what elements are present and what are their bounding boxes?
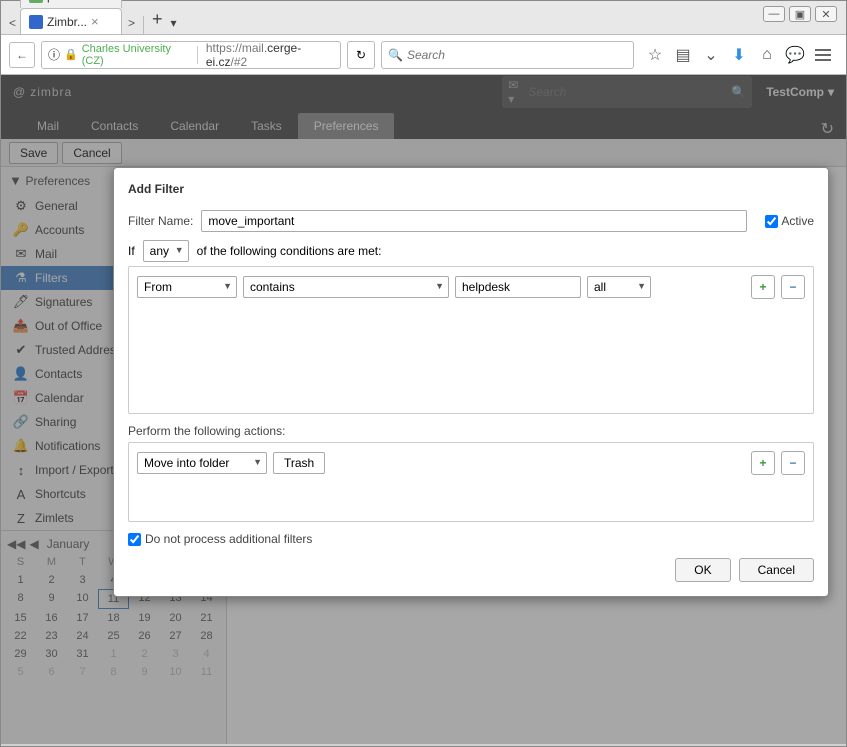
actions-label: Perform the following actions: <box>128 424 814 438</box>
browser-tab[interactable]: Zimbr... × <box>20 8 122 34</box>
remove-action-button[interactable]: − <box>781 451 805 475</box>
tab-favicon <box>29 15 43 29</box>
window-minimize-button[interactable]: — <box>763 6 785 22</box>
if-label: If <box>128 244 135 258</box>
tab-label: Zimbr... <box>47 15 87 29</box>
downloads-icon[interactable]: ⬇ <box>730 45 748 65</box>
zimbra-app: @ zimbra ✉ ▾ 🔍 TestComp▾ MailContactsCal… <box>1 75 846 744</box>
close-tab-icon[interactable]: × <box>91 14 99 29</box>
pocket-icon[interactable]: ⌄ <box>702 45 720 65</box>
no-more-filters-label[interactable]: Do not process additional filters <box>128 532 814 546</box>
condition-field-select[interactable]: From <box>137 276 237 298</box>
browser-tab[interactable]: public:e... <box>20 0 122 8</box>
actions-box: Move into folder Trash + − <box>128 442 814 522</box>
new-tab-button[interactable]: + <box>148 5 167 34</box>
hamburger-menu-icon[interactable] <box>814 45 832 65</box>
tab-favicon <box>29 0 43 3</box>
lock-icon: 🔒 <box>64 48 78 61</box>
condition-value-input[interactable] <box>455 276 581 298</box>
active-checkbox[interactable] <box>765 215 778 228</box>
tablist-scroll-left[interactable]: < <box>5 12 20 34</box>
window-close-button[interactable]: ✕ <box>815 6 837 22</box>
identity-label: Charles University (CZ) <box>82 43 189 67</box>
action-row: Move into folder Trash + − <box>137 451 805 475</box>
ok-button[interactable]: OK <box>675 558 730 582</box>
tab-menu-button[interactable]: ▾ <box>167 12 181 34</box>
tablist-scroll-right[interactable]: > <box>124 12 139 34</box>
window-maximize-button[interactable]: ▣ <box>789 6 811 22</box>
no-more-filters-checkbox[interactable] <box>128 533 141 546</box>
add-filter-dialog: Add Filter Filter Name: Active If any of… <box>113 167 829 597</box>
conditions-box: From contains all + − <box>128 266 814 414</box>
reload-button[interactable]: ↻ <box>347 41 375 69</box>
condition-operator-select[interactable]: contains <box>243 276 449 298</box>
filter-name-input[interactable] <box>201 210 747 232</box>
tab-label: public:e... <box>47 0 98 3</box>
add-action-button[interactable]: + <box>751 451 775 475</box>
active-checkbox-label[interactable]: Active <box>765 214 814 228</box>
action-type-select[interactable]: Move into folder <box>137 452 267 474</box>
url-bar[interactable]: ⓘ 🔒 Charles University (CZ) https://mail… <box>41 41 341 69</box>
url-text: https://mail.cerge-ei.cz/#2 <box>206 41 334 69</box>
condition-row: From contains all + − <box>137 275 805 299</box>
back-button[interactable]: ← <box>9 42 35 68</box>
condition-scope-select[interactable]: all <box>587 276 651 298</box>
search-icon: 🔍 <box>388 48 403 62</box>
reader-icon[interactable]: ▤ <box>674 45 692 65</box>
browser-tabbar: < CERGE-EI... CERGE-EI... public:e... se… <box>1 1 846 35</box>
dialog-title: Add Filter <box>128 182 814 196</box>
if-suffix-label: of the following conditions are met: <box>197 244 382 258</box>
browser-search-bar[interactable]: 🔍 <box>381 41 634 69</box>
browser-search-input[interactable] <box>407 48 627 62</box>
bookmark-star-icon[interactable]: ☆ <box>646 45 664 65</box>
identity-info-icon[interactable]: ⓘ <box>48 46 60 63</box>
chat-icon[interactable]: 💬 <box>786 45 804 65</box>
add-condition-button[interactable]: + <box>751 275 775 299</box>
home-icon[interactable]: ⌂ <box>758 45 776 65</box>
if-any-select[interactable]: any <box>143 240 189 262</box>
dialog-cancel-button[interactable]: Cancel <box>739 558 814 582</box>
remove-condition-button[interactable]: − <box>781 275 805 299</box>
filter-name-label: Filter Name: <box>128 214 193 228</box>
browser-navbar: ← ⓘ 🔒 Charles University (CZ) https://ma… <box>1 35 846 75</box>
action-folder-button[interactable]: Trash <box>273 452 325 474</box>
